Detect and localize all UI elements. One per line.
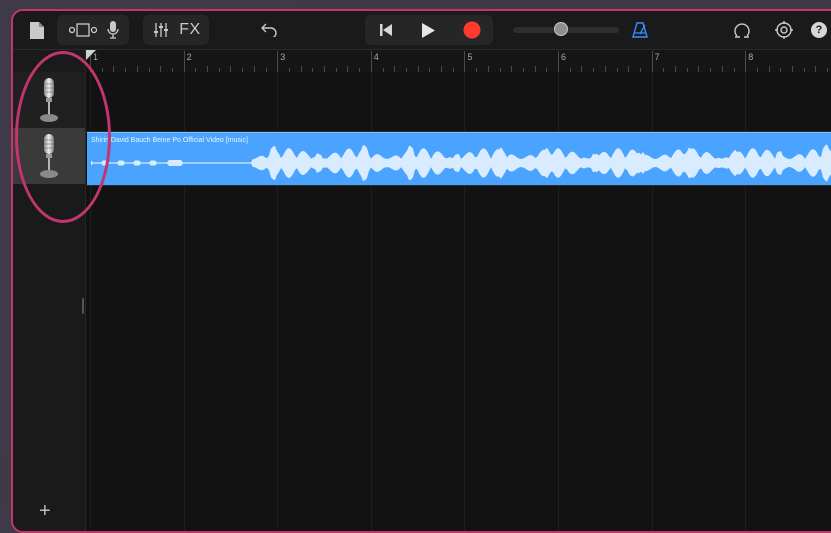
track-header-2[interactable] — [13, 128, 85, 184]
microphone-icon — [40, 78, 58, 122]
undo-icon[interactable] — [257, 17, 281, 43]
bar-number: 3 — [280, 52, 286, 62]
fx-icon[interactable]: FX — [177, 17, 203, 43]
view-toggle-icon[interactable] — [67, 17, 99, 43]
record-icon[interactable] — [457, 17, 487, 43]
go-to-start-icon[interactable] — [371, 17, 401, 43]
microphone-icon — [40, 134, 58, 178]
bar-number: 6 — [561, 52, 567, 62]
mixer-icon[interactable] — [151, 17, 171, 43]
control-bar: FX ? — [13, 11, 831, 50]
garageband-window: FX ? + 1 2 3 4 5 6 7 8 Shirin David Bauc… — [11, 9, 831, 533]
play-icon[interactable] — [413, 17, 443, 43]
tracks-area: Shirin David Bauch Beine Po Official Vid… — [86, 72, 831, 531]
microphone-icon[interactable] — [103, 17, 123, 43]
bar-number: 5 — [467, 52, 473, 62]
help-icon[interactable]: ? — [809, 17, 829, 43]
ruler-tick — [183, 51, 185, 72]
track-headers: + — [13, 50, 86, 531]
ruler-tick — [464, 51, 466, 72]
ruler-tick — [558, 51, 559, 72]
master-volume-slider[interactable] — [513, 22, 619, 36]
bar-number: 8 — [748, 52, 754, 62]
playhead-marker[interactable] — [86, 50, 96, 60]
track-header-1[interactable] — [13, 72, 85, 128]
ruler-tick — [277, 51, 279, 72]
audio-region[interactable]: Shirin David Bauch Beine Po Official Vid… — [87, 132, 831, 185]
timeline-ruler[interactable]: 12345678 — [86, 50, 831, 73]
ruler-tick — [651, 51, 653, 72]
ruler-tick — [745, 51, 747, 72]
loop-icon[interactable] — [729, 17, 755, 43]
lane-separator — [86, 185, 831, 186]
help-label: ? — [811, 22, 827, 38]
sidebar-resize-handle[interactable] — [82, 298, 84, 314]
waveform-path — [91, 144, 831, 182]
master-volume-thumb[interactable] — [553, 22, 568, 36]
waveform — [91, 144, 831, 182]
ruler-tick — [370, 51, 372, 72]
metronome-icon[interactable] — [627, 17, 653, 43]
fx-label: FX — [179, 21, 201, 38]
add-track-button[interactable]: + — [39, 501, 51, 521]
bar-number: 7 — [654, 52, 660, 62]
bar-number: 2 — [186, 52, 192, 62]
settings-icon[interactable] — [771, 17, 797, 43]
bar-number: 4 — [373, 52, 379, 62]
document-icon[interactable] — [27, 17, 47, 43]
